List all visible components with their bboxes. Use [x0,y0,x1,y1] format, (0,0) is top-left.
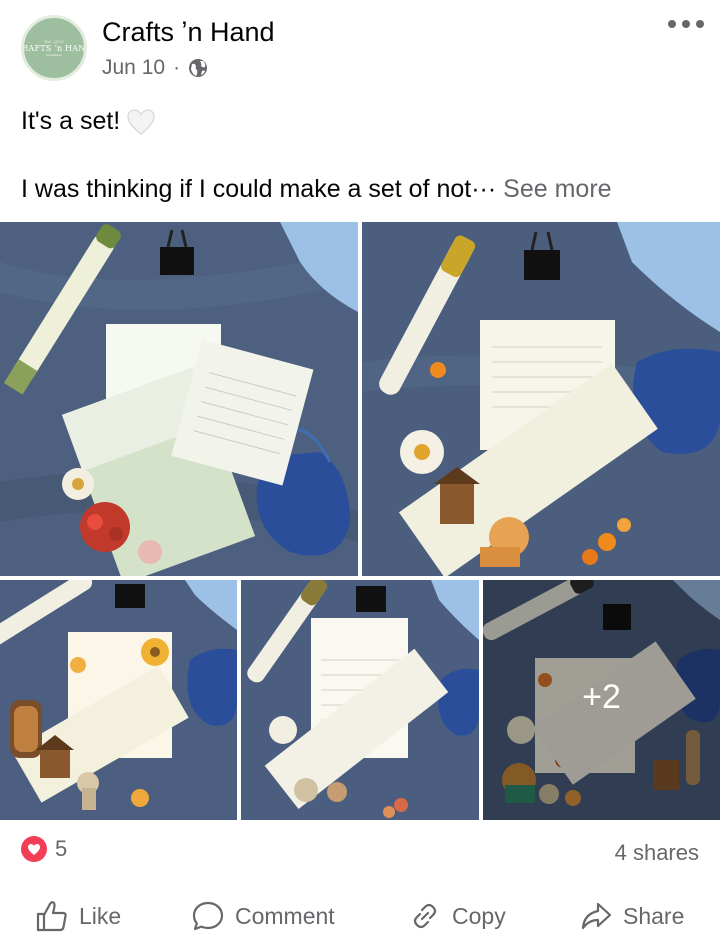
post-meta: Jun 10 · [102,56,208,80]
post-date[interactable]: Jun 10 [102,56,165,80]
page-name-link[interactable]: Crafts ʼn Hand [102,17,275,48]
avatar-logo-text: CRAFTS ʼn HAND [22,44,86,53]
photo-4[interactable] [241,580,479,820]
more-dot [668,20,676,28]
share-label: Share [623,902,685,929]
comment-label: Comment [235,902,335,929]
more-dot [696,20,704,28]
avatar-logo: Est. 2023 CRAFTS ʼn HAND handmade [24,18,84,78]
comment-button[interactable]: Comment [191,890,335,942]
photo-4-image [241,580,479,820]
page-avatar[interactable]: Est. 2023 CRAFTS ʼn HAND handmade [21,15,87,81]
post-text-line-2: I was thinking if I could make a set of … [21,175,612,204]
more-options-icon[interactable] [668,20,704,28]
photo-2-image [362,222,720,576]
photo-3[interactable] [0,580,237,820]
love-icon [21,836,47,862]
post-text-set: It's a set! [21,107,121,135]
copy-label: Copy [452,902,506,929]
photo-3-image [0,580,237,820]
more-photos-overlay[interactable]: +2 [483,580,720,820]
action-bar: Like Comment Copy Share [0,890,720,942]
text-ellipsis: ··· [471,175,497,203]
photo-1[interactable] [0,222,358,576]
post-header: Est. 2023 CRAFTS ʼn HAND handmade Crafts… [0,0,720,95]
comment-icon [192,901,224,931]
more-dot [682,20,690,28]
reaction-count: 5 [55,836,68,861]
share-button[interactable]: Share [579,890,684,942]
photo-5[interactable]: +2 [483,580,720,820]
link-icon [413,903,437,929]
more-photos-count: +2 [582,677,621,716]
love-heart-glyph [28,843,40,855]
reactions-summary[interactable]: 5 [21,836,67,862]
like-button[interactable]: Like [35,890,121,942]
photo-2[interactable] [362,222,720,576]
thumbs-up-icon [36,901,67,932]
meta-separator: · [173,56,181,79]
globe-icon [189,59,208,77]
copy-button[interactable]: Copy [408,890,506,942]
shares-count[interactable]: 4 shares [615,840,699,866]
post-text-body: I was thinking if I could make a set of … [21,175,472,203]
see-more-link[interactable]: See more [503,175,611,203]
photo-1-image [0,222,358,576]
share-arrow-icon [581,902,612,930]
like-label: Like [79,902,122,929]
post-text-line-1: It's a set! [21,107,156,136]
white-heart-icon [127,108,156,135]
avatar-sub-text: handmade [46,53,62,57]
